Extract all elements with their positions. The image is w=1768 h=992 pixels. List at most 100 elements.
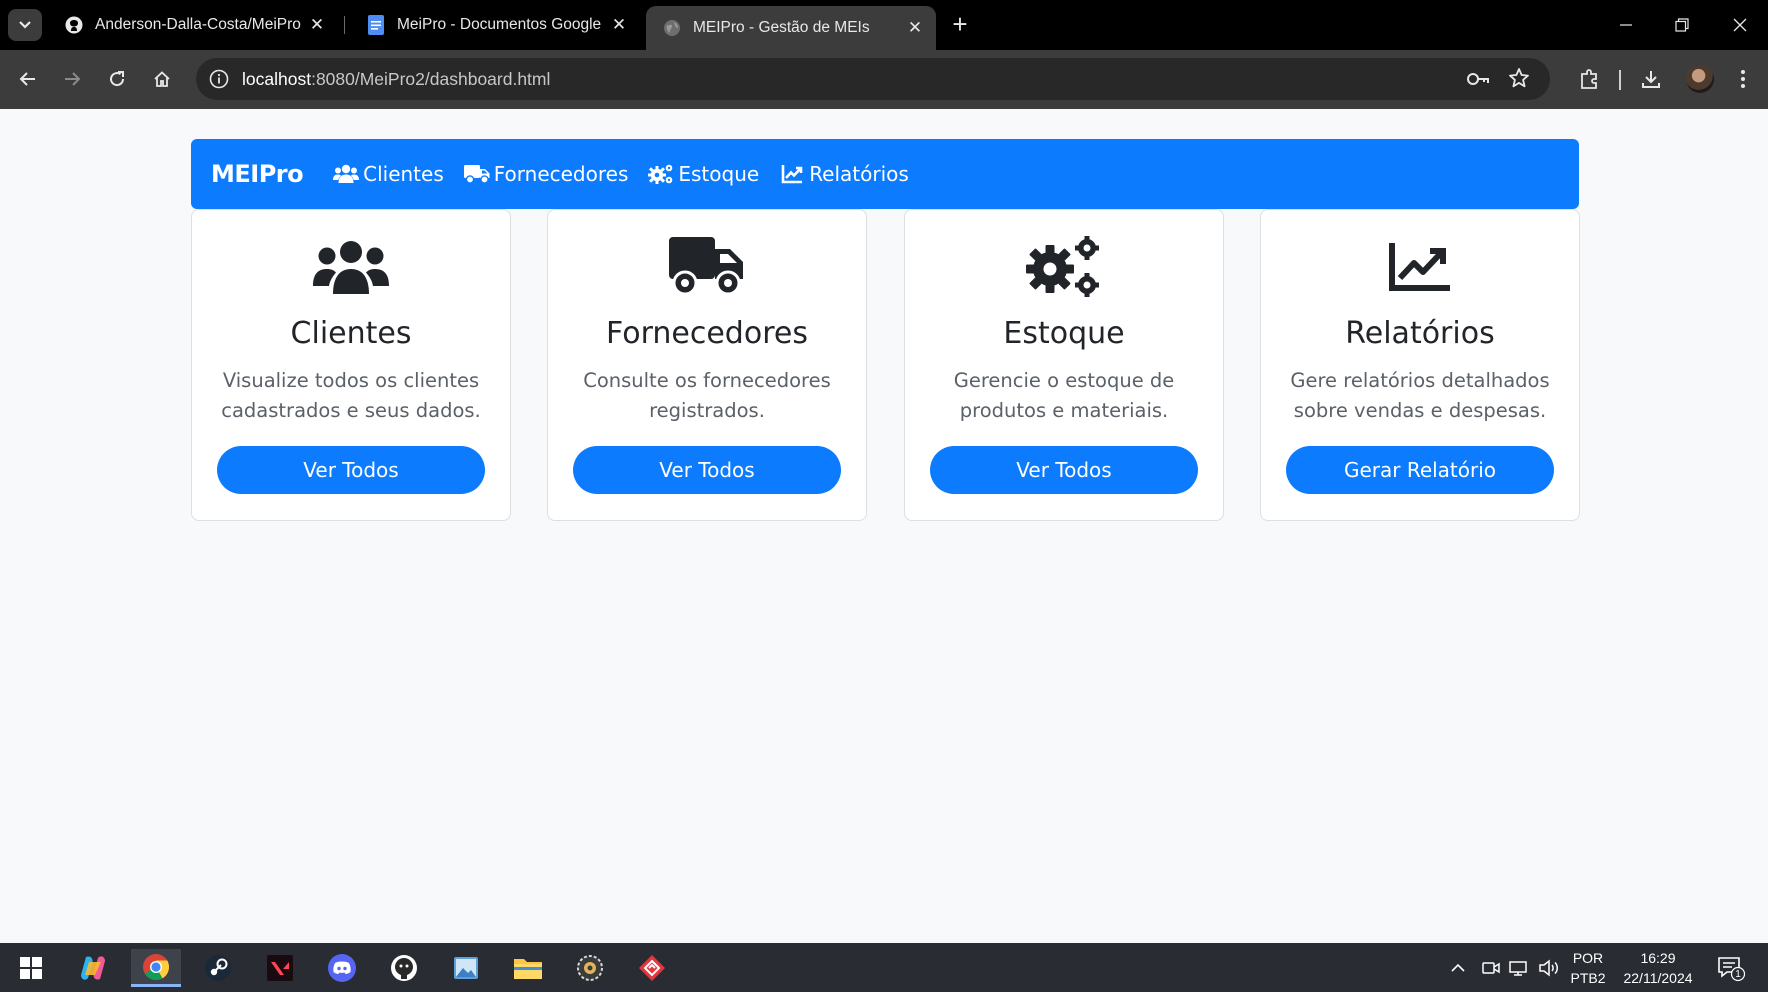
restore-icon [1675, 18, 1689, 32]
image-viewer-icon[interactable] [441, 949, 491, 987]
address-bar[interactable]: localhost:8080/MeiPro2/dashboard.html [196, 58, 1550, 100]
nav-link-label: Relatórios [809, 162, 909, 186]
tab-title: Anderson-Dalla-Costa/MeiPro [95, 16, 301, 33]
url-host: localhost [242, 69, 312, 89]
card-relatorios: Relatórios Gere relatórios detalhados so… [1260, 209, 1580, 521]
tab-github[interactable]: Anderson-Dalla-Costa/MeiPro ✕ [48, 0, 338, 50]
card-text: Gere relatórios detalhados sobre vendas … [1290, 369, 1550, 422]
valorant-icon[interactable] [255, 949, 305, 987]
network-icon[interactable] [1508, 943, 1534, 992]
github-desktop-icon[interactable] [379, 949, 429, 987]
url-path: :8080/MeiPro2/dashboard.html [311, 69, 551, 89]
back-button[interactable] [13, 64, 43, 94]
card-title: Estoque [1003, 316, 1125, 351]
nav-link-label: Fornecedores [493, 162, 629, 186]
users-icon [333, 163, 360, 185]
steam-icon[interactable] [193, 949, 243, 987]
page-viewport: MEIPro Clientes Fornecedores Estoque Rel… [0, 109, 1768, 943]
close-tab-icon[interactable]: ✕ [306, 14, 328, 36]
password-key-icon[interactable] [1466, 68, 1490, 90]
nav-link-clientes[interactable]: Clientes [333, 162, 444, 186]
windows-taskbar: POR PTB2 16:29 22/11/2024 1 [0, 943, 1768, 992]
clock-date: 22/11/2024 [1623, 970, 1693, 986]
chevron-down-icon [19, 21, 31, 29]
ver-todos-fornecedores-button[interactable]: Ver Todos [573, 446, 841, 494]
card-title: Clientes [290, 316, 412, 351]
nav-link-fornecedores[interactable]: Fornecedores [463, 162, 629, 186]
card-text: Consulte os fornecedores registrados. [583, 369, 831, 422]
cogs-icon [1019, 232, 1109, 302]
ver-todos-clientes-button[interactable]: Ver Todos [217, 446, 485, 494]
card-text: Gerencie o estoque de produtos e materia… [953, 369, 1175, 422]
nav-link-label: Estoque [678, 162, 760, 186]
card-estoque: Estoque Gerencie o estoque de produtos e… [904, 209, 1224, 521]
download-icon [1642, 71, 1660, 88]
ver-todos-estoque-button[interactable]: Ver Todos [930, 446, 1198, 494]
more-vertical-icon [1741, 70, 1745, 88]
home-icon [154, 71, 170, 87]
site-info-icon[interactable] [208, 68, 230, 90]
meet-now-icon[interactable] [1482, 943, 1504, 992]
truck-icon [662, 232, 752, 302]
users-icon [306, 232, 396, 302]
tab-meipro-active[interactable]: MEIPro - Gestão de MEIs ✕ [646, 6, 936, 50]
volume-icon[interactable] [1538, 943, 1564, 992]
truck-icon [463, 163, 490, 185]
windows-start-icon[interactable] [6, 949, 56, 987]
file-explorer-icon[interactable] [503, 949, 553, 987]
globe-icon [663, 19, 681, 37]
nav-link-relatorios[interactable]: Relatórios [779, 162, 909, 186]
language-code: POR [1572, 950, 1604, 966]
url-text[interactable]: localhost:8080/MeiPro2/dashboard.html [242, 69, 550, 90]
red-diamond-app-icon[interactable] [627, 949, 677, 987]
card-fornecedores: Fornecedores Consulte os fornecedores re… [547, 209, 867, 521]
close-tab-icon[interactable]: ✕ [904, 17, 926, 39]
github-icon [65, 16, 83, 34]
discord-icon[interactable] [317, 949, 367, 987]
puzzle-icon [1581, 69, 1597, 89]
input-language-indicator[interactable]: POR PTB2 [1568, 948, 1608, 988]
keyboard-layout: PTB2 [1570, 970, 1606, 986]
minimize-icon [1620, 24, 1632, 26]
nav-link-estoque[interactable]: Estoque [648, 162, 759, 186]
forward-button[interactable] [57, 64, 87, 94]
cogs-icon [648, 163, 674, 185]
google-docs-icon [367, 15, 385, 35]
bookmark-star-icon[interactable] [1508, 67, 1532, 91]
arrow-right-icon [65, 72, 81, 86]
gear-app-icon[interactable] [565, 949, 615, 987]
card-text: Visualize todos os clientes cadastrados … [221, 369, 481, 422]
downloads-button[interactable] [1636, 64, 1666, 94]
reload-button[interactable] [102, 64, 132, 94]
card-clientes: Clientes Visualize todos os clientes cad… [191, 209, 511, 521]
browser-menu-button[interactable] [1728, 64, 1758, 94]
restore-window-button[interactable] [1654, 0, 1710, 50]
gerar-relatorio-button[interactable]: Gerar Relatório [1286, 446, 1554, 494]
profile-avatar[interactable] [1686, 65, 1714, 93]
browser-toolbar: localhost:8080/MeiPro2/dashboard.html [0, 50, 1768, 109]
extensions-button[interactable] [1574, 64, 1604, 94]
card-title: Fornecedores [606, 316, 808, 351]
close-tab-icon[interactable]: ✕ [608, 14, 630, 36]
tab-search-button[interactable] [8, 9, 42, 41]
home-button[interactable] [147, 64, 177, 94]
clock-time: 16:29 [1640, 950, 1676, 966]
close-window-button[interactable] [1712, 0, 1768, 50]
system-clock[interactable]: 16:29 22/11/2024 [1614, 948, 1702, 988]
card-title: Relatórios [1345, 316, 1495, 351]
tab-title: MeiPro - Documentos Google [397, 16, 602, 33]
notification-center-icon[interactable]: 1 [1716, 953, 1746, 983]
brand-logo[interactable]: MEIPro [211, 160, 304, 188]
tray-overflow-icon[interactable] [1450, 943, 1474, 992]
close-icon [1733, 18, 1747, 32]
new-tab-button[interactable]: + [945, 10, 975, 40]
notification-count-badge: 1 [1735, 969, 1741, 980]
tab-title: MEIPro - Gestão de MEIs [693, 19, 870, 36]
chrome-taskbar-icon[interactable] [131, 949, 181, 987]
copilot-icon[interactable] [68, 949, 118, 987]
tab-google-docs[interactable]: MeiPro - Documentos Google ✕ [350, 0, 640, 50]
minimize-window-button[interactable] [1598, 0, 1654, 50]
chart-line-icon [779, 163, 805, 185]
nav-link-label: Clientes [363, 162, 444, 186]
reload-icon [110, 71, 125, 87]
